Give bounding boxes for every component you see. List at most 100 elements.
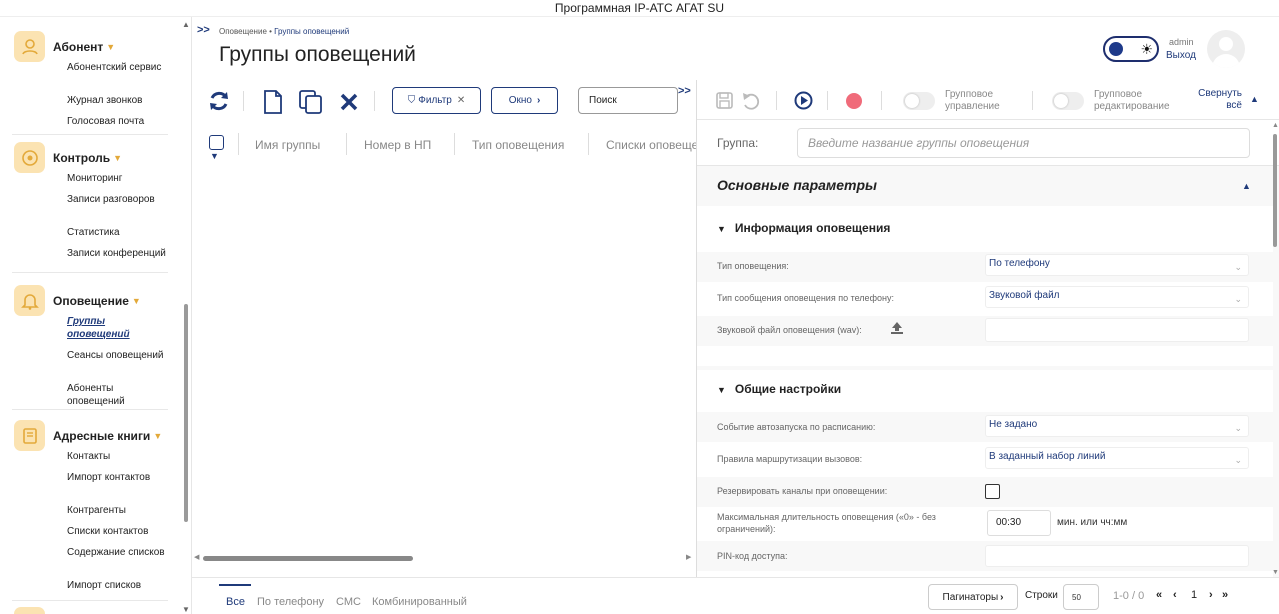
chevron-right-icon: ›	[1000, 591, 1004, 603]
details-panel: Групповое управление Групповое редактиро…	[696, 80, 1279, 577]
reserve-channels-checkbox[interactable]	[985, 484, 1000, 499]
sidebar-scrollbar[interactable]	[184, 304, 188, 522]
chevron-up-icon[interactable]: ▲	[1250, 94, 1259, 104]
page-number[interactable]: 1	[1191, 589, 1197, 601]
window-button[interactable]: Окно ›	[491, 87, 558, 114]
delete-icon[interactable]	[339, 92, 359, 117]
scroll-left-icon[interactable]: ◀	[194, 553, 199, 561]
divider	[12, 134, 168, 135]
column-header-lists[interactable]: Списки оповещения	[606, 138, 696, 152]
max-duration-input[interactable]: 00:30	[987, 510, 1051, 536]
refresh-icon[interactable]	[207, 89, 231, 118]
divider	[374, 91, 375, 111]
window-title: Программная IP-АТС АГАТ SU	[554, 1, 725, 15]
breadcrumb-current: Группы оповещений	[274, 27, 350, 36]
avatar[interactable]	[1207, 30, 1245, 68]
sidebar-item-conference-records[interactable]: Записи конференций	[67, 247, 167, 260]
tab-phone[interactable]: По телефону	[257, 596, 324, 608]
play-icon[interactable]	[794, 91, 813, 115]
rows-label: Строки	[1025, 590, 1058, 601]
autostart-select[interactable]: Не задано ⌄	[985, 415, 1249, 437]
sun-icon: ☀	[1140, 40, 1153, 57]
sidebar-section-notification[interactable]: Оповещение ▼	[14, 285, 141, 316]
group-edit-toggle[interactable]	[1052, 92, 1084, 110]
undo-icon[interactable]	[741, 91, 760, 115]
sidebar-section-address-books[interactable]: Адресные книги ▼	[14, 420, 162, 451]
scroll-down-icon[interactable]: ▼	[1272, 569, 1279, 576]
column-header-type[interactable]: Тип оповещения	[472, 138, 564, 152]
save-icon[interactable]	[715, 91, 734, 115]
breadcrumb-item[interactable]: Оповещение	[219, 27, 267, 36]
column-header-group-name[interactable]: Имя группы	[255, 138, 320, 152]
sidebar-section-subscriber[interactable]: Абонент ▼	[14, 31, 115, 62]
sidebar-item-call-log[interactable]: Журнал звонков	[67, 94, 167, 107]
chevron-up-icon[interactable]: ▲	[1242, 181, 1251, 191]
autostart-label: Событие автозапуска по расписанию:	[717, 422, 876, 432]
group-name-input[interactable]: Введите название группы оповещения	[797, 128, 1250, 158]
first-page-icon[interactable]: «	[1156, 589, 1162, 601]
divider	[588, 133, 589, 155]
tab-combined[interactable]: Комбинированный	[372, 596, 467, 608]
new-document-icon[interactable]	[261, 89, 285, 120]
upload-icon[interactable]	[890, 321, 904, 340]
prev-page-icon[interactable]: ‹	[1173, 589, 1177, 601]
sidebar-item-counterparties[interactable]: Контрагенты	[67, 504, 167, 517]
sidebar-item-import-contacts[interactable]: Импорт контактов	[67, 471, 167, 484]
expand-panel-icon[interactable]: >>	[678, 85, 691, 97]
routing-select[interactable]: В заданный набор линий ⌄	[985, 447, 1249, 469]
sidebar-toggle-icon[interactable]: >>	[197, 24, 210, 36]
sidebar-item-import-lists[interactable]: Импорт списков	[67, 579, 167, 592]
rows-per-page-input[interactable]: 50	[1063, 584, 1099, 610]
sidebar-item-contact-lists[interactable]: Списки контактов	[67, 525, 167, 538]
sidebar-item-notification-groups[interactable]: Группы оповещений	[67, 315, 167, 341]
reserve-channels-label: Резервировать каналы при оповещении:	[717, 486, 888, 496]
theme-toggle[interactable]: ☀	[1103, 36, 1159, 62]
panel-scrollbar[interactable]	[1273, 134, 1277, 247]
copy-icon[interactable]	[298, 89, 324, 120]
message-type-select[interactable]: Звуковой файл ⌄	[985, 286, 1249, 308]
chevron-down-icon: ▼	[153, 430, 163, 441]
notification-type-select[interactable]: По телефону ⌄	[985, 254, 1249, 276]
collapse-all-link[interactable]: Свернуть всё	[1197, 88, 1242, 112]
scroll-right-icon[interactable]: ▶	[686, 553, 691, 561]
record-icon[interactable]	[845, 92, 863, 115]
chevron-down-icon: ▼	[717, 224, 726, 234]
pin-input[interactable]	[985, 545, 1249, 567]
sidebar-item-notification-subscribers[interactable]: Абоненты оповещений	[67, 382, 167, 408]
sidebar-item-notification-sessions[interactable]: Сеансы оповещений	[67, 349, 167, 362]
chevron-down-icon: ▼	[131, 295, 141, 306]
group-control-toggle[interactable]	[903, 92, 935, 110]
sidebar-item-call-records[interactable]: Записи разговоров	[67, 193, 167, 206]
general-section-heading[interactable]: ▼ Общие настройки	[717, 382, 841, 396]
next-page-icon[interactable]: ›	[1209, 589, 1213, 601]
paginators-button[interactable]: Паги­наторы ›	[928, 584, 1018, 610]
info-section-title: Информация оповещения	[734, 221, 891, 235]
info-section-heading[interactable]: ▼ Информация оповещения	[717, 221, 890, 235]
select-all-checkbox[interactable]	[209, 135, 224, 150]
column-header-number[interactable]: Номер в НП	[364, 138, 431, 152]
main-params-heading[interactable]: Основные параметры	[717, 177, 877, 193]
tab-all[interactable]: Все	[226, 596, 245, 608]
search-input[interactable]: Поиск	[578, 87, 678, 114]
chevron-down-icon[interactable]: ▼	[210, 151, 219, 161]
window-label: Окно	[508, 95, 532, 106]
breadcrumb: Оповещение • Группы оповещений	[219, 27, 350, 36]
notification-type-value: По телефону	[989, 258, 1050, 269]
scroll-down-icon[interactable]: ▼	[182, 605, 190, 614]
sidebar-item-subscriber-service[interactable]: Абонентский сервис	[67, 61, 167, 74]
scroll-up-icon[interactable]: ▲	[1272, 122, 1279, 129]
sidebar-item-statistics[interactable]: Статистика	[67, 226, 167, 239]
table-hscrollbar[interactable]	[203, 556, 413, 561]
close-icon[interactable]: ✕	[457, 95, 465, 106]
filter-button[interactable]: ⛉ Фильтр ✕	[392, 87, 481, 114]
sound-file-input[interactable]	[985, 318, 1249, 342]
sidebar-item-contacts[interactable]: Контакты	[67, 450, 167, 463]
sidebar-item-voicemail[interactable]: Голосовая почта	[67, 115, 167, 128]
sidebar-section-control[interactable]: Контроль ▼	[14, 142, 122, 173]
last-page-icon[interactable]: »	[1222, 589, 1228, 601]
sidebar-item-list-contents[interactable]: Содержание списков	[67, 546, 167, 559]
scroll-up-icon[interactable]: ▲	[182, 20, 190, 29]
tab-sms[interactable]: СМС	[336, 596, 361, 608]
sidebar-item-monitoring[interactable]: Мониторинг	[67, 172, 167, 185]
logout-link[interactable]: Выход	[1166, 50, 1196, 61]
